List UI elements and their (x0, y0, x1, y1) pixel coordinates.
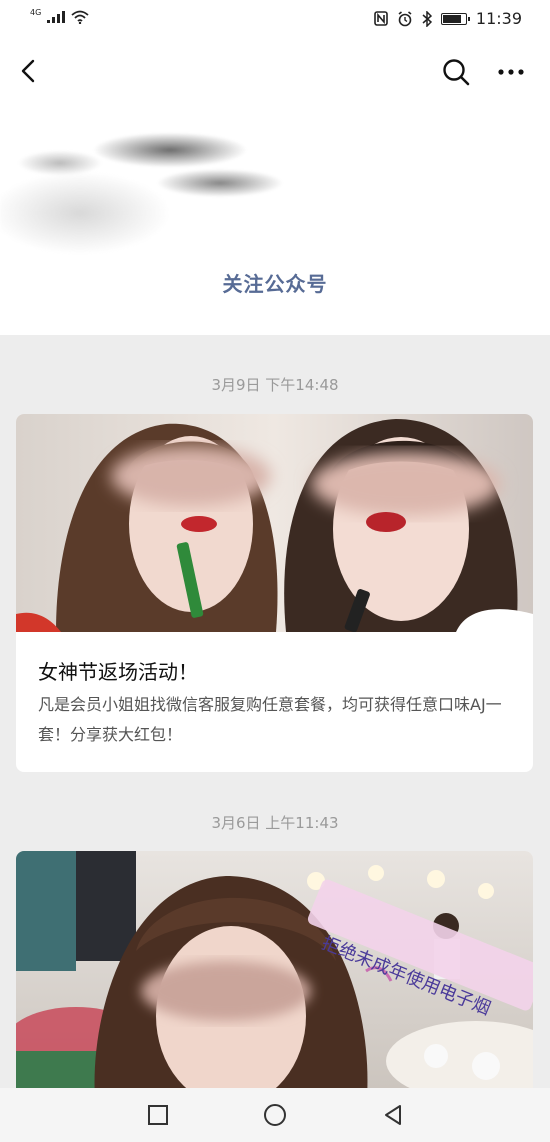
bluetooth-icon (422, 10, 432, 27)
article-card[interactable]: 女神节返场活动！ 凡是会员小姐姐找微信客服复购任意套餐，均可获得任意口味AJ一套… (16, 414, 533, 772)
message-timestamp: 3月9日 下午14:48 (211, 376, 339, 394)
article-description: 凡是会员小姐姐找微信客服复购任意套餐，均可获得任意口味AJ一套！分享获大红包！ (38, 695, 502, 744)
battery-fill (442, 14, 461, 23)
signal-icon (47, 11, 66, 23)
article-card[interactable]: 拒绝未成年使用电子烟 (16, 851, 533, 1111)
more-icon[interactable] (494, 56, 528, 88)
alarm-icon (398, 10, 412, 26)
message-timestamp: 3月6日 上午11:43 (211, 814, 339, 832)
home-icon[interactable] (262, 1102, 288, 1128)
network-type-label: 4G (30, 7, 42, 17)
status-left: 4G (30, 7, 89, 24)
battery-icon (440, 12, 470, 25)
recent-apps-icon[interactable] (145, 1102, 171, 1128)
back-icon[interactable] (380, 1102, 406, 1128)
search-icon[interactable] (440, 56, 472, 88)
status-time: 11:39 (475, 9, 522, 28)
account-header: 关注公众号 (0, 40, 550, 335)
obscured-account-avatar (0, 128, 300, 258)
follow-account-button[interactable]: 关注公众号 (0, 268, 550, 297)
status-right: 11:39 (374, 9, 522, 28)
nfc-icon (374, 11, 388, 26)
wifi-icon (71, 10, 89, 24)
back-arrow-icon[interactable] (14, 56, 44, 86)
status-bar: 4G 11:39 (0, 0, 550, 40)
system-nav-bar (0, 1088, 550, 1142)
article-cover-image (16, 414, 533, 632)
article-title: 女神节返场活动！ (38, 660, 198, 684)
